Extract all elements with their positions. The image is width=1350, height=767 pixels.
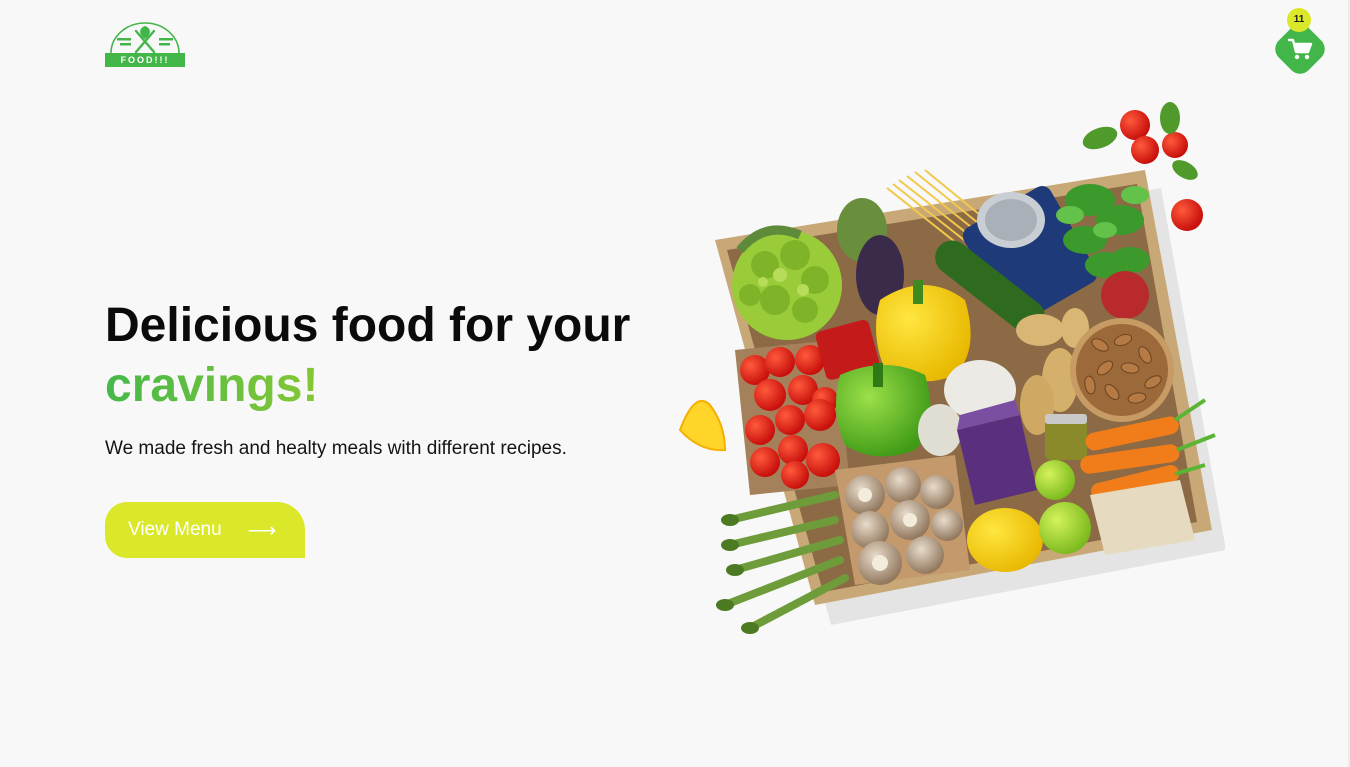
hero-subtitle: We made fresh and healty meals with diff…	[105, 438, 567, 459]
cart-button[interactable]: 11	[1270, 8, 1330, 79]
hero-title: Delicious food for your cravings!	[105, 296, 630, 416]
hero-title-accent: cravings!	[105, 356, 630, 416]
logo[interactable]: FOOD!!!	[105, 22, 185, 68]
view-menu-button[interactable]: View Menu ⟶	[105, 502, 305, 558]
hero-title-line1: Delicious food for your	[105, 299, 631, 352]
cart-icon	[1287, 38, 1313, 60]
arrow-right-icon: ⟶	[247, 519, 277, 542]
landing-page: FOOD!!! 11 Delicious food for your cravi…	[0, 0, 1350, 767]
view-menu-label: View Menu	[128, 519, 222, 540]
logo-text: FOOD!!!	[105, 53, 185, 67]
cart-count-badge: 11	[1287, 8, 1311, 32]
food-box-image	[678, 102, 1225, 634]
fork-knife-icon	[110, 22, 180, 54]
